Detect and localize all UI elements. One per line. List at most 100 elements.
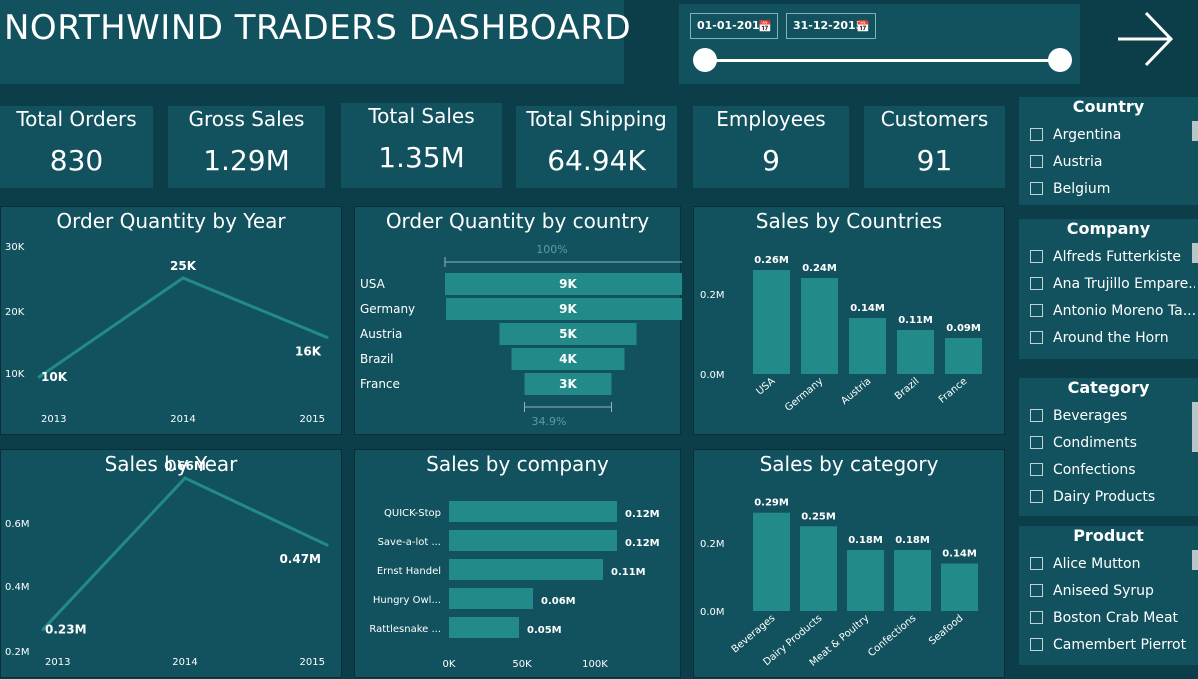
kpi-value: 64.94K <box>547 144 646 177</box>
data-label: 25K <box>170 259 197 273</box>
slicer-option-label: Belgium <box>1053 181 1111 197</box>
slicer-option-label: Condiments <box>1053 435 1137 451</box>
category-label: Hungry Owl... <box>373 595 441 606</box>
x-tick-label: Brazil <box>893 376 921 402</box>
sales-by-year-chart: 0.2M 0.4M 0.6M 0.23M 2013 0.66M 2014 0.47M 2015 … <box>0 449 342 678</box>
slicer-option[interactable]: Aniseed Syrup <box>1030 583 1195 603</box>
y-tick-label: 30K <box>5 242 25 253</box>
data-label: 0.18M <box>895 535 930 546</box>
kpi-label: Employees <box>716 107 826 131</box>
y-tick-label: 10K <box>5 369 25 380</box>
slicer-option-label: Ana Trujillo Empare... <box>1053 276 1195 292</box>
slicer-option[interactable]: Camembert Pierrot <box>1030 637 1195 657</box>
slicer-title: Category <box>1067 378 1150 397</box>
sales-by-company-svg: QUICK-Stop 0.12M Save-a-lot ... 0.12M Ernst … <box>369 501 660 670</box>
date-slider-track[interactable] <box>705 59 1059 62</box>
sales-by-year-svg: 0.2M0.4M0.6M0.23M20130.66M20140.47M2015 <box>5 459 329 668</box>
bar <box>847 549 884 611</box>
start-date-input[interactable]: 01-01-2013 📅 <box>690 13 778 39</box>
checkbox[interactable] <box>1030 304 1043 317</box>
arrow-right-icon[interactable] <box>1110 8 1176 70</box>
slicer-option[interactable]: Condiments <box>1030 435 1195 455</box>
sales-by-countries-chart: 0.0M 0.2M 0.26M USA 0.24M Germany 0.14M Austria… <box>693 206 1005 435</box>
checkbox[interactable] <box>1030 584 1043 597</box>
kpi-label: Customers <box>880 107 989 131</box>
slicer-option-label: Confections <box>1053 462 1136 478</box>
data-label: 0.12M <box>625 509 660 520</box>
date-slider-end-handle[interactable] <box>1048 48 1072 72</box>
slicer-option[interactable]: Alice Mutton <box>1030 556 1195 576</box>
calendar-icon[interactable]: 📅 <box>856 15 870 39</box>
checkbox[interactable] <box>1030 331 1043 344</box>
kpi-label: Total Orders <box>16 107 137 131</box>
data-label: 0.47M <box>279 552 321 566</box>
slicer-option-label: Boston Crab Meat <box>1053 610 1179 626</box>
checkbox[interactable] <box>1030 250 1043 263</box>
slicer-option[interactable]: Austria <box>1030 154 1195 174</box>
sales-by-category-chart: 0.0M 0.2M 0.29M Beverages 0.25M Dairy Product… <box>693 449 1005 678</box>
slicer-option[interactable]: Ana Trujillo Empare... <box>1030 276 1195 296</box>
kpi-value: 1.29M <box>203 144 290 177</box>
y-tick-label: 0.4M <box>5 582 30 593</box>
end-date-input[interactable]: 31-12-2015 📅 <box>786 13 876 39</box>
kpi-value: 91 <box>916 144 953 177</box>
company-slicer: Company Alfreds Futterkiste Ana Trujillo… <box>1019 219 1198 359</box>
x-tick-label: Austria <box>839 376 873 407</box>
checkbox[interactable] <box>1030 277 1043 290</box>
order-quantity-by-country-chart: 100% 9K USA 9K Germany 5K Austria 4K Brazil 3K Fra… <box>354 206 682 435</box>
checkbox[interactable] <box>1030 490 1043 503</box>
dashboard-title: NORTHWIND TRADERS DASHBOARD <box>4 8 632 48</box>
chart-title: Sales by Countries <box>755 209 943 233</box>
series-line <box>38 276 328 379</box>
slicer-option[interactable]: Alfreds Futterkiste <box>1030 249 1195 269</box>
category-label: Ernst Handel <box>377 566 441 577</box>
data-label: 0.23M <box>45 622 87 636</box>
bar <box>449 530 617 551</box>
category-slicer: Category Beverages Condiments Confection… <box>1019 378 1198 516</box>
x-tick-label: 50K <box>512 659 532 670</box>
slicer-option[interactable]: Around the Horn <box>1030 330 1195 350</box>
data-point <box>325 335 329 339</box>
data-label: 0.29M <box>754 498 789 509</box>
x-tick-label: 2013 <box>41 414 66 425</box>
data-label: 0.06M <box>541 596 576 607</box>
checkbox[interactable] <box>1030 436 1043 449</box>
date-slider-start-handle[interactable] <box>693 48 717 72</box>
data-label: 0.14M <box>942 549 977 560</box>
checkbox[interactable] <box>1030 557 1043 570</box>
end-date-value: 31-12-2015 <box>793 19 864 32</box>
kpi-label: Gross Sales <box>188 107 305 131</box>
checkbox[interactable] <box>1030 409 1043 422</box>
order-quantity-by-year-svg: 10K 20K 30K 10K 2013 25K 2014 16K 2015 <box>5 242 329 425</box>
slicer-option[interactable]: Boston Crab Meat <box>1030 610 1195 630</box>
slicer-option[interactable]: Confections <box>1030 462 1195 482</box>
checkbox[interactable] <box>1030 182 1043 195</box>
data-label: 5K <box>559 327 577 341</box>
checkbox[interactable] <box>1030 155 1043 168</box>
slicer-option-label: Camembert Pierrot <box>1053 637 1187 653</box>
data-label: 0.14M <box>850 303 885 314</box>
slicer-option-label: Argentina <box>1053 127 1122 143</box>
kpi-value: 9 <box>762 144 780 177</box>
order-quantity-by-country-svg: 100% 9K USA 9K Germany 5K Austria 4K Brazil 3K Fra… <box>360 243 682 428</box>
x-tick-label: Beverages <box>730 613 778 656</box>
slicer-title: Country <box>1072 97 1145 116</box>
slicer-option[interactable]: Argentina <box>1030 127 1195 147</box>
slicer-option[interactable]: Antonio Moreno Ta... <box>1030 303 1195 323</box>
checkbox[interactable] <box>1030 638 1043 651</box>
slicer-option[interactable]: Dairy Products <box>1030 489 1195 509</box>
slicer-option-label: Dairy Products <box>1053 489 1156 505</box>
funnel-bottom-percent: 34.9% <box>532 415 567 428</box>
checkbox[interactable] <box>1030 611 1043 624</box>
slicer-option[interactable]: Beverages <box>1030 408 1195 428</box>
slicer-option[interactable]: Belgium <box>1030 181 1195 201</box>
bar <box>449 501 617 522</box>
checkbox[interactable] <box>1030 463 1043 476</box>
checkbox[interactable] <box>1030 128 1043 141</box>
y-tick-label: 0.2M <box>5 647 30 658</box>
kpi-label: Total Sales <box>368 104 475 128</box>
calendar-icon[interactable]: 📅 <box>758 15 772 39</box>
x-tick-label: 2015 <box>300 414 325 425</box>
x-tick-label: Seafood <box>927 613 965 648</box>
category-label: France <box>360 377 400 391</box>
